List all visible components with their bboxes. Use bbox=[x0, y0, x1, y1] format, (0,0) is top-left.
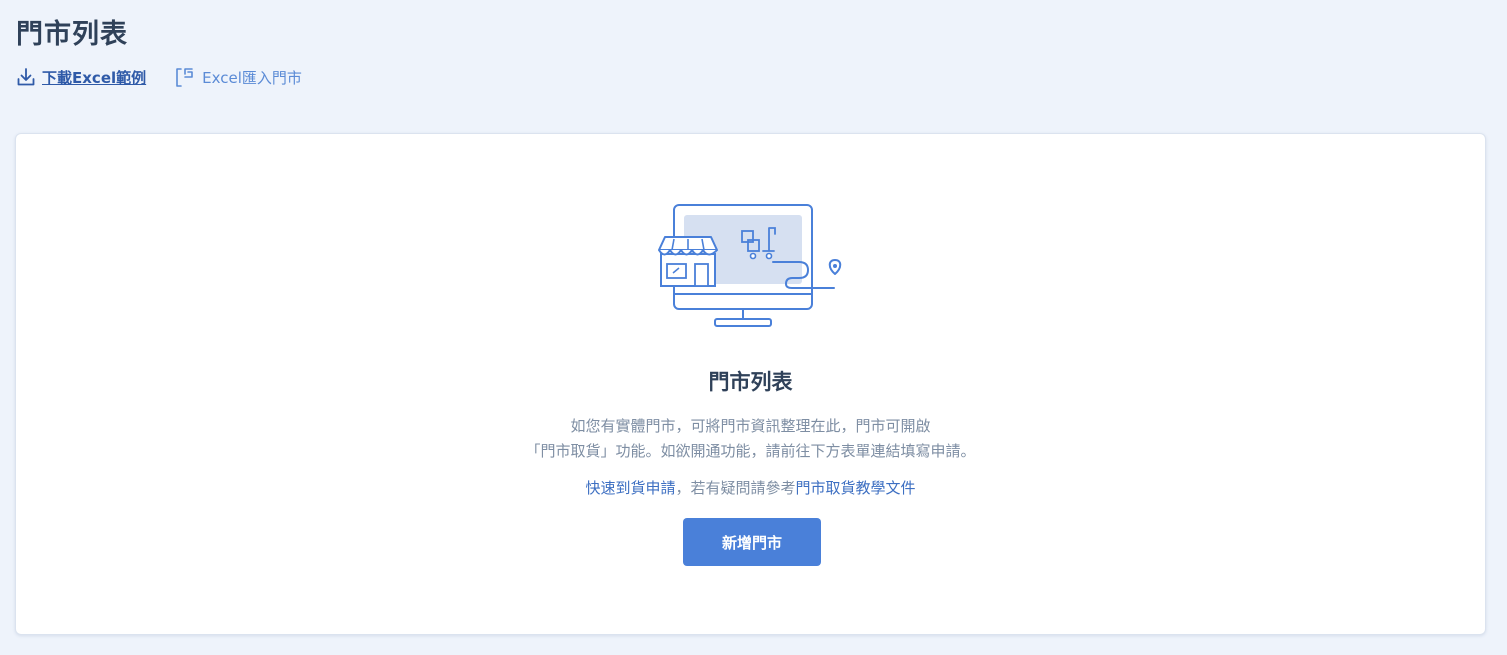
empty-state-description-line2: 「門市取貨」功能。如欲開通功能，請前往下方表單連結填寫申請。 bbox=[525, 442, 976, 460]
toolbar-actions: 下載Excel範例 Excel匯入門市 bbox=[16, 66, 302, 88]
download-icon bbox=[16, 67, 36, 87]
store-monitor-illustration bbox=[656, 202, 866, 336]
empty-state-card: 門市列表 如您有實體門市，可將門市資訊整理在此，門市可開啟 「門市取貨」功能。如… bbox=[15, 133, 1486, 635]
help-links-separator: ，若有疑問請參考 bbox=[675, 479, 796, 497]
import-icon bbox=[174, 66, 196, 88]
quick-delivery-apply-link[interactable]: 快速到貨申請 bbox=[585, 479, 675, 497]
help-links-line: 快速到貨申請，若有疑問請參考門市取貨教學文件 bbox=[16, 477, 1485, 498]
empty-state-description-line1: 如您有實體門市，可將門市資訊整理在此，門市可開啟 bbox=[570, 417, 931, 435]
add-store-button[interactable]: 新增門市 bbox=[683, 518, 821, 566]
empty-state-title: 門市列表 bbox=[708, 370, 793, 394]
download-excel-sample-link[interactable]: 下載Excel範例 bbox=[16, 67, 146, 88]
download-excel-sample-label: 下載Excel範例 bbox=[42, 68, 147, 87]
page-title: 門市列表 bbox=[16, 19, 128, 50]
excel-import-stores-link[interactable]: Excel匯入門市 bbox=[174, 66, 302, 88]
store-pickup-docs-link[interactable]: 門市取貨教學文件 bbox=[796, 479, 916, 497]
excel-import-stores-label: Excel匯入門市 bbox=[202, 68, 302, 87]
